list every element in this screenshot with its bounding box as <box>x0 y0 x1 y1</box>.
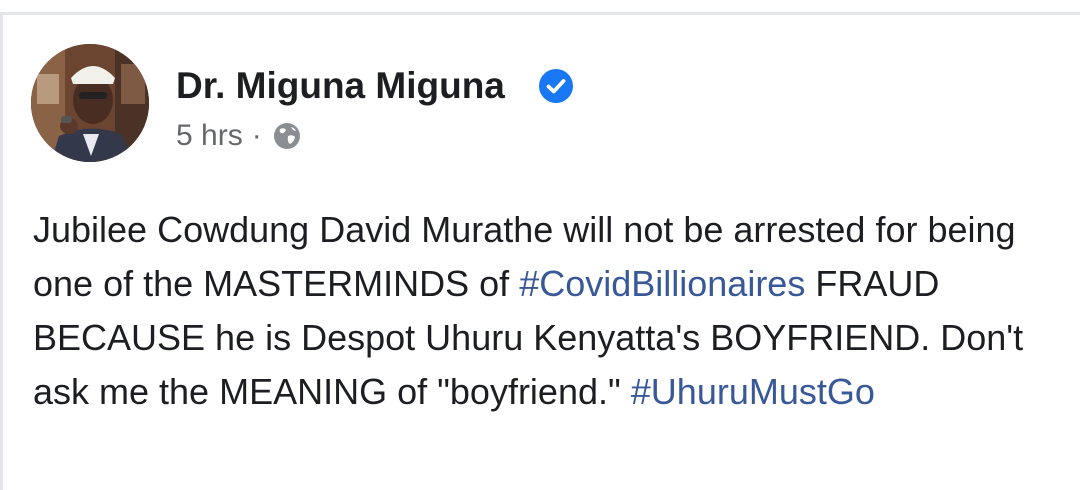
author-name[interactable]: Dr. Miguna Miguna <box>176 64 505 108</box>
post-meta: 5 hrs · <box>176 116 302 156</box>
hashtag-uhurumustgo[interactable]: #UhuruMustGo <box>631 371 875 412</box>
avatar[interactable] <box>31 44 149 162</box>
hashtag-covidbillionaires[interactable]: #CovidBillionaires <box>519 263 805 304</box>
meta-separator: · <box>251 119 262 152</box>
timestamp[interactable]: 5 hrs <box>176 119 243 153</box>
left-divider <box>0 12 3 490</box>
avatar-photo <box>31 44 149 162</box>
globe-icon[interactable] <box>272 121 302 151</box>
post-text: Jubilee Cowdung David Murathe will not b… <box>33 203 1063 419</box>
verified-badge-icon <box>539 69 573 103</box>
top-divider <box>0 12 1080 15</box>
